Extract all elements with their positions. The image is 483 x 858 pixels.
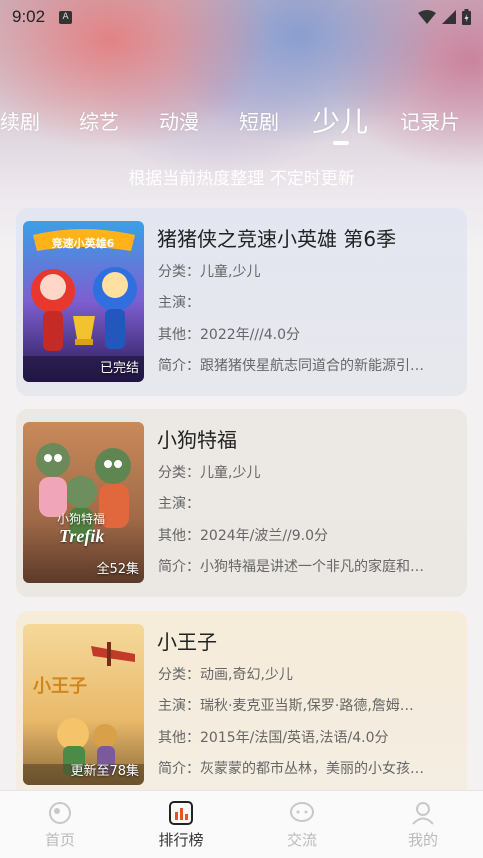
tab-dongman[interactable]: 动漫 (159, 106, 199, 135)
card-cast: 主演： (158, 496, 200, 512)
status-icons (418, 9, 471, 25)
home-icon (49, 802, 71, 824)
bottom-navigation: 首页 排行榜 交流 我的 (0, 790, 483, 858)
poster-image: 小王子 更新至78集 (23, 624, 144, 785)
signal-icon (442, 10, 456, 24)
card-category: 分类：儿童,少儿 (158, 465, 261, 481)
card-other: 其他：2022年///4.0分 (158, 327, 301, 343)
tab-duanju[interactable]: 短剧 (239, 106, 279, 135)
card-title: 小王子 (157, 630, 217, 654)
a-letter-icon: A (59, 10, 73, 24)
nav-ranking[interactable]: 排行榜 (141, 801, 221, 850)
wifi-icon (418, 10, 436, 24)
list-item[interactable]: 竞速小英雄6 已完结 猪猪侠之竞速小英雄 第6季 分类：儿童,少儿 主演： 其他… (16, 208, 467, 396)
poster-caption: 小狗特福 (57, 512, 106, 526)
card-other: 其他：2024年/波兰//9.0分 (158, 528, 329, 544)
list-subtitle: 根据当前热度整理 不定时更新 (128, 169, 355, 189)
card-title: 猪猪侠之竞速小英雄 第6季 (157, 227, 397, 251)
poster-image: 小狗特福 Trefik 全52集 (23, 422, 144, 583)
nav-profile[interactable]: 我的 (383, 801, 463, 850)
tab-jilupian[interactable]: 记录片 (400, 106, 460, 135)
list-item[interactable]: 小狗特福 Trefik 全52集 小狗特福 分类：儿童,少儿 主演： 其他：20… (16, 409, 467, 597)
card-intro: 简介：灰蒙蒙的都市丛林，美丽的小女孩… (158, 761, 424, 777)
tab-zongyi[interactable]: 综艺 (79, 106, 119, 135)
poster-caption: 小王子 (33, 676, 87, 697)
nav-profile-label: 我的 (407, 831, 438, 849)
card-intro: 简介：跟猪猪侠星航志同道合的新能源引… (158, 358, 424, 374)
battery-icon (462, 9, 471, 25)
card-cast: 主演：瑞秋·麦克亚当斯,保罗·路德,詹姆… (158, 698, 414, 714)
episode-badge: 全52集 (96, 562, 139, 577)
status-bar: 9:02 A (0, 0, 483, 34)
nav-ranking-label: 排行榜 (158, 831, 204, 849)
card-other: 其他：2015年/法国/英语,法语/4.0分 (158, 730, 389, 746)
card-intro: 简介：小狗特福是讲述一个非凡的家庭和… (158, 559, 424, 575)
episode-badge: 更新至78集 (70, 764, 139, 779)
svg-text:竞速小英雄6: 竞速小英雄6 (52, 236, 115, 250)
poster-logo: Trefik (59, 526, 105, 546)
nav-home-label: 首页 (44, 831, 75, 849)
nav-chat[interactable]: 交流 (262, 801, 342, 850)
card-title: 小狗特福 (157, 428, 237, 452)
category-tabs: 续剧 综艺 动漫 短剧 少儿 记录片 (0, 96, 483, 146)
ranking-icon (169, 801, 193, 825)
episode-badge: 已完结 (99, 361, 139, 376)
nav-home[interactable]: 首页 (20, 801, 100, 850)
poster-image: 竞速小英雄6 已完结 (23, 221, 144, 382)
profile-icon (412, 802, 434, 825)
tab-xuju[interactable]: 续剧 (0, 106, 40, 135)
card-category: 分类：儿童,少儿 (158, 264, 261, 280)
chat-icon (290, 802, 314, 822)
card-cast: 主演： (158, 295, 200, 311)
card-category: 分类：动画,奇幻,少儿 (158, 667, 293, 683)
tab-shaoer[interactable]: 少儿 (312, 100, 368, 140)
list-item[interactable]: 小王子 更新至78集 小王子 分类：动画,奇幻,少儿 主演：瑞秋·麦克亚当斯,保… (16, 611, 467, 801)
active-tab-indicator (333, 141, 349, 145)
status-time: 9:02 (12, 7, 46, 26)
nav-chat-label: 交流 (286, 831, 317, 849)
